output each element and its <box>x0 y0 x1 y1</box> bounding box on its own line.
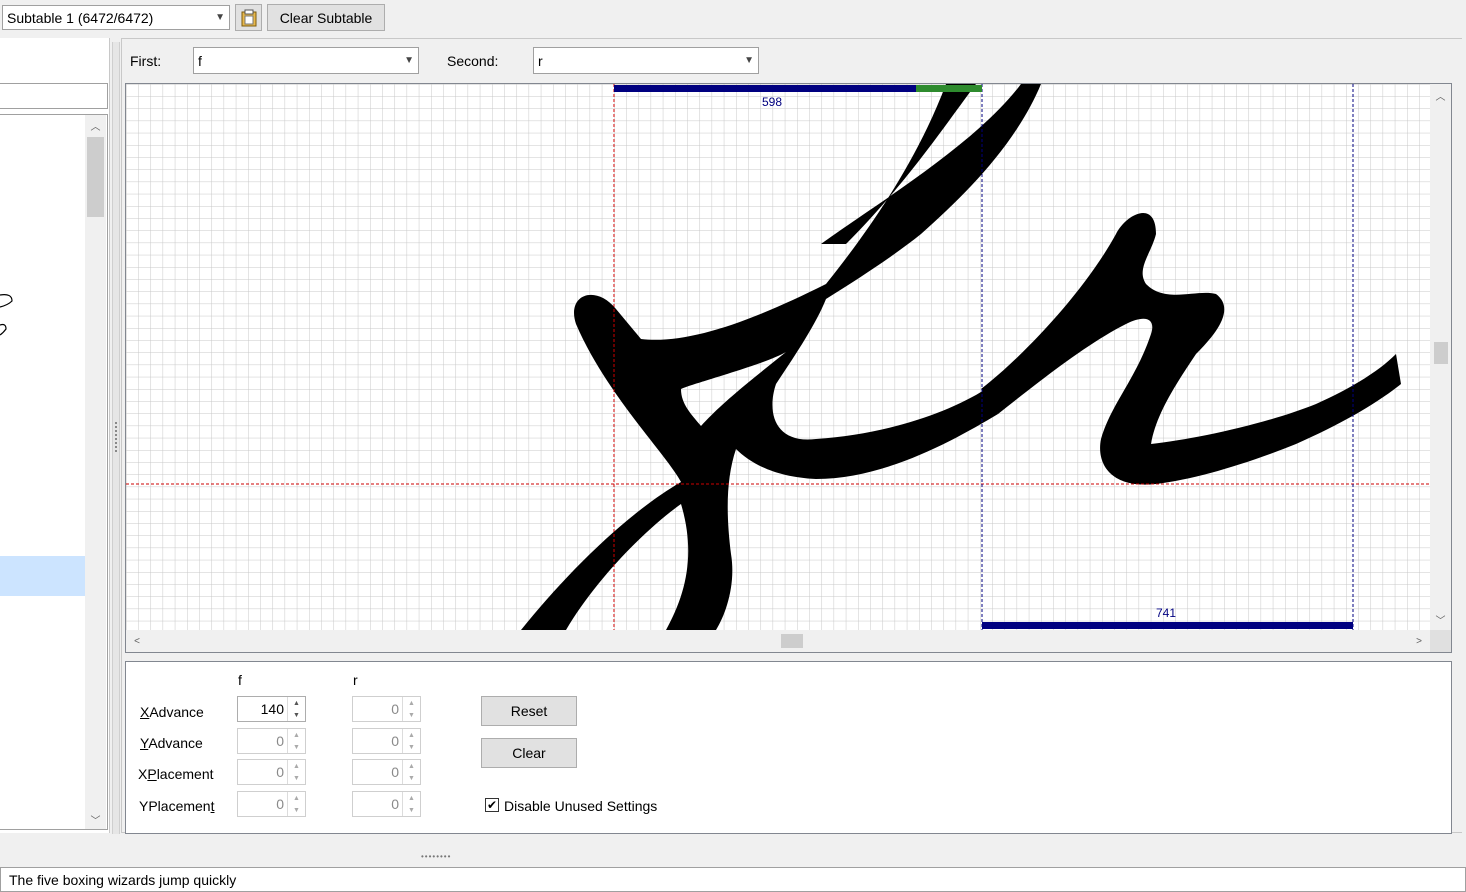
chevron-down-icon: ▼ <box>404 55 414 66</box>
stepper-value: 140 <box>260 701 284 717</box>
glyph-grid-canvas[interactable]: 598 741 <box>126 84 1430 630</box>
stepper-down-icon[interactable]: ▼ <box>403 772 420 784</box>
scroll-left-icon[interactable]: < <box>128 630 146 652</box>
clear-subtable-button[interactable]: Clear Subtable <box>267 4 385 31</box>
stepper-down-icon[interactable]: ▼ <box>288 709 305 721</box>
stepper-up-icon[interactable]: ▲ <box>288 697 305 709</box>
stepper-value: 0 <box>276 733 284 749</box>
stepper-value: 0 <box>391 764 399 780</box>
preview-text-input[interactable]: The five boxing wizards jump quickly <box>0 867 1466 892</box>
chevron-down-icon: ▼ <box>215 12 225 23</box>
disable-unused-checkbox[interactable]: ✔ <box>485 798 499 812</box>
scroll-thumb[interactable] <box>781 634 803 648</box>
scroll-up-icon[interactable]: ︿ <box>1430 86 1451 104</box>
subtable-select[interactable]: Subtable 1 (6472/6472) ▼ <box>2 5 230 30</box>
glyph-list[interactable]: ︿ ﹀ <box>0 114 108 830</box>
stepper-value: 0 <box>276 796 284 812</box>
scroll-thumb[interactable] <box>87 137 104 217</box>
stepper-up-icon[interactable]: ▲ <box>288 760 305 772</box>
stepper-down-icon[interactable]: ▼ <box>403 709 420 721</box>
scroll-thumb[interactable] <box>1434 342 1448 364</box>
first-yadvance-stepper[interactable]: 0 ▲ ▼ <box>237 728 306 754</box>
chevron-down-icon: ▼ <box>744 55 754 66</box>
stepper-up-icon[interactable]: ▲ <box>403 729 420 741</box>
yplacement-label: YPlacement <box>139 798 215 814</box>
subtable-select-value: Subtable 1 (6472/6472) <box>7 9 154 26</box>
second-label: Second: <box>447 53 499 69</box>
paste-button[interactable] <box>235 4 262 31</box>
second-column-header: r <box>353 672 358 688</box>
glyph-list-scrollbar[interactable]: ︿ ﹀ <box>85 115 106 829</box>
stepper-value: 0 <box>391 796 399 812</box>
second-yplacement-stepper[interactable]: 0 ▲ ▼ <box>352 791 421 817</box>
clear-button[interactable]: Clear <box>481 738 577 768</box>
first-glyph-select[interactable]: f ▼ <box>193 47 419 74</box>
splitter-grip: •••••••• <box>421 852 452 861</box>
second-advance-bar[interactable] <box>982 622 1353 629</box>
stepper-up-icon[interactable]: ▲ <box>403 760 420 772</box>
first-advance-value: 598 <box>762 95 782 109</box>
first-column-header: f <box>238 672 242 688</box>
second-advance-value: 741 <box>1156 606 1176 620</box>
scroll-up-icon[interactable]: ︿ <box>85 115 106 135</box>
glyph-list-preview-curve <box>0 294 13 336</box>
second-yadvance-stepper[interactable]: 0 ▲ ▼ <box>352 728 421 754</box>
grid-background <box>126 84 1430 630</box>
stepper-up-icon[interactable]: ▲ <box>403 697 420 709</box>
stepper-value: 0 <box>391 701 399 717</box>
first-label: First: <box>130 53 162 69</box>
second-glyph-value: r <box>538 52 543 69</box>
xadvance-label: XAdvance <box>140 704 204 720</box>
second-xplacement-stepper[interactable]: 0 ▲ ▼ <box>352 759 421 785</box>
first-yplacement-stepper[interactable]: 0 ▲ ▼ <box>237 791 306 817</box>
scroll-down-icon[interactable]: ﹀ <box>85 809 106 829</box>
stepper-down-icon[interactable]: ▼ <box>403 804 420 816</box>
positioning-settings-panel: f r XAdvance 140 ▲ ▼ 0 ▲ ▼ YAdvance 0 ▲ ▼ 0… <box>125 661 1452 834</box>
reset-button[interactable]: Reset <box>481 696 577 726</box>
stepper-down-icon[interactable]: ▼ <box>288 772 305 784</box>
glyph-filter-input[interactable] <box>0 83 108 109</box>
stepper-up-icon[interactable]: ▲ <box>288 792 305 804</box>
stepper-up-icon[interactable]: ▲ <box>403 792 420 804</box>
stepper-up-icon[interactable]: ▲ <box>288 729 305 741</box>
canvas-vertical-scrollbar[interactable]: ︿ ﹀ <box>1430 84 1451 630</box>
disable-unused-label[interactable]: Disable Unused Settings <box>504 798 657 814</box>
checkmark-icon: ✔ <box>486 798 498 812</box>
scroll-corner <box>1430 630 1451 652</box>
scroll-down-icon[interactable]: ﹀ <box>1430 610 1451 628</box>
stepper-value: 0 <box>276 764 284 780</box>
second-glyph-select[interactable]: r ▼ <box>533 47 759 74</box>
second-xadvance-stepper[interactable]: 0 ▲ ▼ <box>352 696 421 722</box>
stepper-down-icon[interactable]: ▼ <box>288 804 305 816</box>
splitter-grip <box>115 422 117 452</box>
stepper-down-icon[interactable]: ▼ <box>403 741 420 753</box>
canvas-horizontal-scrollbar[interactable]: < > <box>126 630 1430 652</box>
scroll-right-icon[interactable]: > <box>1410 630 1428 652</box>
yadvance-label: YAdvance <box>140 735 203 751</box>
first-xadvance-stepper[interactable]: 140 ▲ ▼ <box>237 696 306 722</box>
glyph-list-selected-item[interactable] <box>0 556 85 596</box>
stepper-value: 0 <box>391 733 399 749</box>
vertical-splitter[interactable] <box>112 42 120 834</box>
glyph-list-panel: ︿ ﹀ <box>0 38 110 833</box>
first-xplacement-stepper[interactable]: 0 ▲ ▼ <box>237 759 306 785</box>
first-glyph-value: f <box>198 52 202 69</box>
clipboard-icon <box>241 9 256 26</box>
xplacement-label: XPlacement <box>138 766 214 782</box>
horizontal-splitter[interactable]: •••••••• <box>0 852 1466 864</box>
kerning-canvas[interactable]: 598 741 ︿ ﹀ < > <box>125 83 1452 653</box>
stepper-down-icon[interactable]: ▼ <box>288 741 305 753</box>
first-kern-handle[interactable] <box>916 85 982 92</box>
